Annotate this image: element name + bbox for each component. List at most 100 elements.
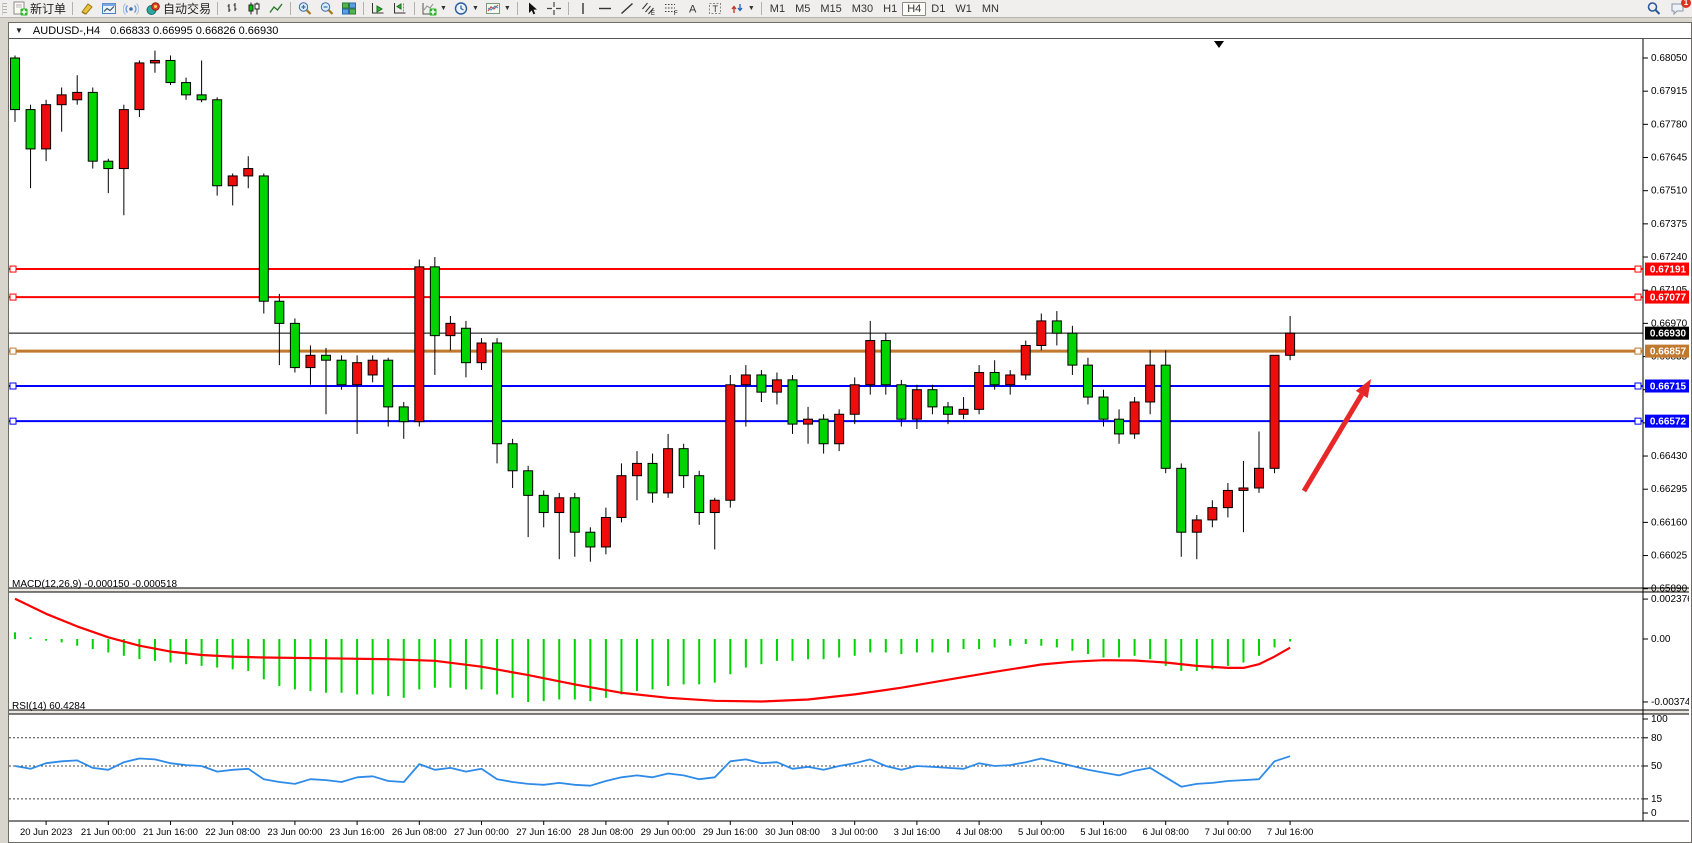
equidistant-channel-button[interactable]: E — [638, 0, 660, 17]
search-icon[interactable] — [1646, 1, 1662, 16]
bar-chart-button[interactable] — [221, 0, 243, 17]
timeframe-button-H1[interactable]: H1 — [878, 3, 902, 15]
chart-window-button[interactable] — [98, 0, 120, 17]
arrows-button[interactable]: ▼ — [726, 0, 758, 17]
text-button[interactable]: A — [682, 0, 704, 17]
toolbar-separator — [217, 2, 218, 15]
rsi-indicator-label: RSI(14) 60.4284 — [12, 701, 85, 712]
time-tick-label: 21 Jun 16:00 — [143, 827, 198, 838]
candlestick-chart-button[interactable] — [243, 0, 265, 17]
templates-icon — [485, 1, 501, 16]
candle — [757, 375, 766, 392]
candle — [1052, 321, 1061, 333]
candle — [290, 323, 299, 367]
candle — [1037, 321, 1046, 346]
svg-text:A: A — [689, 4, 697, 16]
candle — [679, 449, 688, 476]
candle — [461, 328, 470, 362]
line-chart-button[interactable] — [265, 0, 287, 17]
candle — [1021, 345, 1030, 374]
candle — [1006, 375, 1015, 385]
highlighter-button[interactable] — [76, 0, 98, 17]
line-handle[interactable] — [10, 266, 16, 272]
toolbar-separator — [568, 2, 569, 15]
timeframe-button-M15[interactable]: M15 — [815, 3, 846, 15]
time-tick-label: 7 Jul 16:00 — [1267, 827, 1313, 838]
price-tick-label: 0.67240 — [1651, 252, 1688, 263]
collapse-triangle-icon[interactable]: ▼ — [15, 26, 23, 35]
time-tick-label: 22 Jun 08:00 — [205, 827, 260, 838]
crosshair-button[interactable] — [543, 0, 565, 17]
price-tick-label: 0.67915 — [1651, 86, 1688, 97]
horizontal-line-button[interactable] — [594, 0, 616, 17]
toolbar-separator — [414, 2, 415, 15]
chart-shift-button[interactable] — [389, 0, 411, 17]
vertical-line-button[interactable] — [572, 0, 594, 17]
candle — [150, 60, 159, 62]
line-handle[interactable] — [10, 418, 16, 424]
timeframe-group: M1M5M15M30H1H4D1W1MN — [765, 2, 1004, 16]
notification-badge: 1 — [1681, 0, 1691, 8]
timeframe-button-D1[interactable]: D1 — [926, 3, 950, 15]
time-tick-label: 21 Jun 00:00 — [81, 827, 136, 838]
line-handle[interactable] — [1635, 418, 1641, 424]
price-tick-label: 0.67510 — [1651, 186, 1688, 197]
signal-button[interactable] — [120, 0, 142, 17]
line-handle[interactable] — [1635, 348, 1641, 354]
auto-scroll-button[interactable] — [367, 0, 389, 17]
periods-button[interactable]: ▼ — [450, 0, 482, 17]
indicators-button[interactable]: ▼ — [418, 0, 450, 17]
tile-windows-icon — [341, 1, 357, 16]
line-handle[interactable] — [1635, 294, 1641, 300]
line-handle[interactable] — [10, 294, 16, 300]
text-icon: A — [685, 1, 701, 16]
price-tick-label: 0.65890 — [1651, 584, 1688, 595]
candle — [1146, 365, 1155, 402]
candle — [539, 495, 548, 512]
pane-separator[interactable] — [9, 710, 1689, 714]
timeframe-button-M30[interactable]: M30 — [847, 3, 878, 15]
new-order-button[interactable]: 新订单 — [9, 0, 69, 17]
chart-canvas[interactable]: 0.680500.679150.677800.676450.675100.673… — [9, 39, 1689, 842]
fibonacci-icon: F — [663, 1, 679, 16]
line-handle[interactable] — [1635, 383, 1641, 389]
templates-button[interactable]: ▼ — [482, 0, 514, 17]
timeframe-button-M1[interactable]: M1 — [765, 3, 790, 15]
time-tick-label: 27 Jun 00:00 — [454, 827, 509, 838]
macd-axis-label: 0.00 — [1651, 634, 1671, 645]
svg-text:F: F — [674, 11, 678, 16]
candle — [1068, 333, 1077, 365]
candle — [337, 360, 346, 385]
label-button[interactable]: T — [704, 0, 726, 17]
line-handle[interactable] — [10, 383, 16, 389]
indicators-icon — [421, 1, 437, 16]
candlestick-chart-icon — [246, 1, 262, 16]
price-tick-label: 0.67375 — [1651, 219, 1688, 230]
line-handle[interactable] — [1635, 266, 1641, 272]
price-tick-label: 0.66025 — [1651, 551, 1688, 562]
auto-trading-button[interactable]: 自动交易 — [142, 0, 214, 17]
toolbar-separator — [517, 2, 518, 15]
timeframe-button-M5[interactable]: M5 — [790, 3, 815, 15]
new-order-label: 新订单 — [30, 0, 66, 17]
tile-windows-button[interactable] — [338, 0, 360, 17]
time-tick-label: 28 Jun 08:00 — [578, 827, 633, 838]
pane-separator[interactable] — [9, 588, 1689, 592]
time-tick-label: 23 Jun 00:00 — [267, 827, 322, 838]
cursor-button[interactable] — [521, 0, 543, 17]
fibonacci-button[interactable]: F — [660, 0, 682, 17]
price-tick-label: 0.67645 — [1651, 153, 1688, 164]
timeframe-button-W1[interactable]: W1 — [950, 3, 977, 15]
chat-icon[interactable]: 1 — [1670, 1, 1686, 16]
timeframe-button-H4[interactable]: H4 — [902, 2, 926, 16]
candle — [275, 301, 284, 323]
trendline-button[interactable] — [616, 0, 638, 17]
timeframe-button-MN[interactable]: MN — [977, 3, 1004, 15]
line-handle[interactable] — [10, 348, 16, 354]
candle — [804, 419, 813, 424]
zoom-out-button[interactable] — [316, 0, 338, 17]
candle — [601, 517, 610, 546]
zoom-in-button[interactable] — [294, 0, 316, 17]
rsi-axis-label: 100 — [1651, 714, 1668, 725]
price-tick-label: 0.68050 — [1651, 53, 1688, 64]
